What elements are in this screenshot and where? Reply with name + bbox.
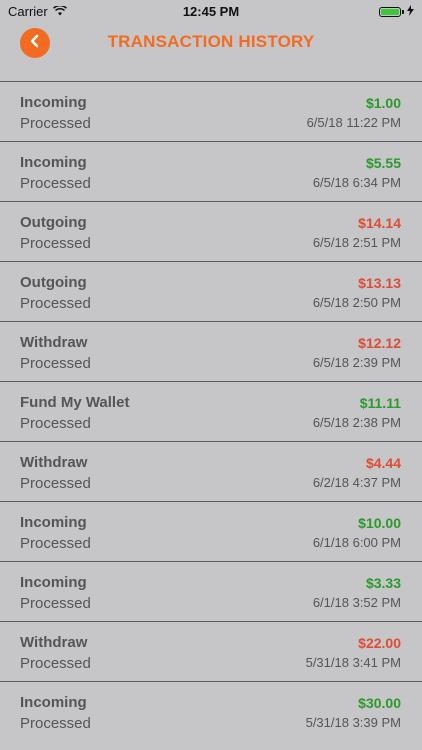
transaction-status: Processed xyxy=(20,235,91,252)
transaction-type: Incoming xyxy=(20,574,87,591)
transaction-amount: $4.44 xyxy=(365,455,401,471)
transaction-type: Fund My Wallet xyxy=(20,394,130,411)
transaction-status: Processed xyxy=(20,535,91,552)
transaction-amount: $12.12 xyxy=(358,335,401,351)
transaction-status: Processed xyxy=(20,715,91,732)
charging-icon xyxy=(407,4,414,19)
transaction-row[interactable]: Incoming Processed $10.00 6/1/18 6:00 PM xyxy=(0,501,422,561)
page-title: TRANSACTION HISTORY xyxy=(107,32,315,51)
transaction-amount: $5.55 xyxy=(365,155,401,171)
transaction-type: Withdraw xyxy=(20,634,88,651)
transaction-type: Outgoing xyxy=(20,214,87,231)
transaction-date: 6/5/18 2:39 PM xyxy=(312,355,401,370)
transaction-amount: $14.14 xyxy=(358,215,401,231)
transaction-date: 6/5/18 2:50 PM xyxy=(312,295,401,310)
transaction-list: Incoming Processed $1.00 6/5/18 11:22 PM Inc… xyxy=(0,81,422,741)
transaction-status: Processed xyxy=(20,295,91,312)
transaction-type: Withdraw xyxy=(20,454,88,471)
transaction-row[interactable]: Incoming Processed $5.55 6/5/18 6:34 PM xyxy=(0,141,422,201)
transaction-type: Incoming xyxy=(20,94,87,111)
transaction-date: 6/5/18 11:22 PM xyxy=(306,115,401,130)
transaction-type: Incoming xyxy=(20,154,87,171)
status-right xyxy=(379,4,414,19)
transaction-type: Incoming xyxy=(20,514,87,531)
transaction-status: Processed xyxy=(20,415,91,432)
transaction-date: 6/5/18 2:51 PM xyxy=(312,235,401,250)
transaction-status: Processed xyxy=(20,115,91,132)
transaction-amount: $11.11 xyxy=(359,395,401,411)
transaction-status: Processed xyxy=(20,655,91,672)
transaction-status: Processed xyxy=(20,475,91,492)
transaction-amount: $10.00 xyxy=(358,515,401,531)
transaction-amount: $3.33 xyxy=(365,575,401,591)
transaction-type: Outgoing xyxy=(20,274,87,291)
transaction-row[interactable]: Outgoing Processed $14.14 6/5/18 2:51 PM xyxy=(0,201,422,261)
battery-tip xyxy=(402,9,404,14)
transaction-date: 6/5/18 6:34 PM xyxy=(312,175,401,190)
status-bar: Carrier 12:45 PM xyxy=(0,0,422,22)
nav-bar: TRANSACTION HISTORY xyxy=(0,22,422,82)
status-time: 12:45 PM xyxy=(182,4,240,19)
transaction-date: 5/31/18 3:39 PM xyxy=(305,715,401,730)
battery-icon xyxy=(379,6,401,17)
transaction-row[interactable]: Incoming Processed $30.00 5/31/18 3:39 PM xyxy=(0,681,422,741)
transaction-row[interactable]: Withdraw Processed $12.12 6/5/18 2:39 PM xyxy=(0,321,422,381)
transaction-amount: $1.00 xyxy=(365,95,401,111)
transaction-status: Processed xyxy=(20,175,91,192)
transaction-amount: $13.13 xyxy=(358,275,401,291)
transaction-type: Incoming xyxy=(20,694,87,711)
transaction-status: Processed xyxy=(20,595,91,612)
transaction-date: 5/31/18 3:41 PM xyxy=(305,655,401,670)
transaction-status: Processed xyxy=(20,355,91,372)
transaction-date: 6/1/18 3:52 PM xyxy=(312,595,401,610)
transaction-date: 6/1/18 6:00 PM xyxy=(312,535,401,550)
transaction-row[interactable]: Outgoing Processed $13.13 6/5/18 2:50 PM xyxy=(0,261,422,321)
transaction-row[interactable]: Incoming Processed $3.33 6/1/18 3:52 PM xyxy=(0,561,422,621)
transaction-row[interactable]: Withdraw Processed $22.00 5/31/18 3:41 PM xyxy=(0,621,422,681)
transaction-date: 6/2/18 4:37 PM xyxy=(312,475,401,490)
transaction-date: 6/5/18 2:38 PM xyxy=(312,415,401,430)
transaction-row[interactable]: Incoming Processed $1.00 6/5/18 11:22 PM xyxy=(0,81,422,141)
transaction-type: Withdraw xyxy=(20,334,88,351)
transaction-row[interactable]: Fund My Wallet Processed $11.11 6/5/18 2:38… xyxy=(0,381,422,441)
transaction-amount: $22.00 xyxy=(358,635,401,651)
transaction-amount: $30.00 xyxy=(358,695,401,711)
transaction-row[interactable]: Withdraw Processed $4.44 6/2/18 4:37 PM xyxy=(0,441,422,501)
